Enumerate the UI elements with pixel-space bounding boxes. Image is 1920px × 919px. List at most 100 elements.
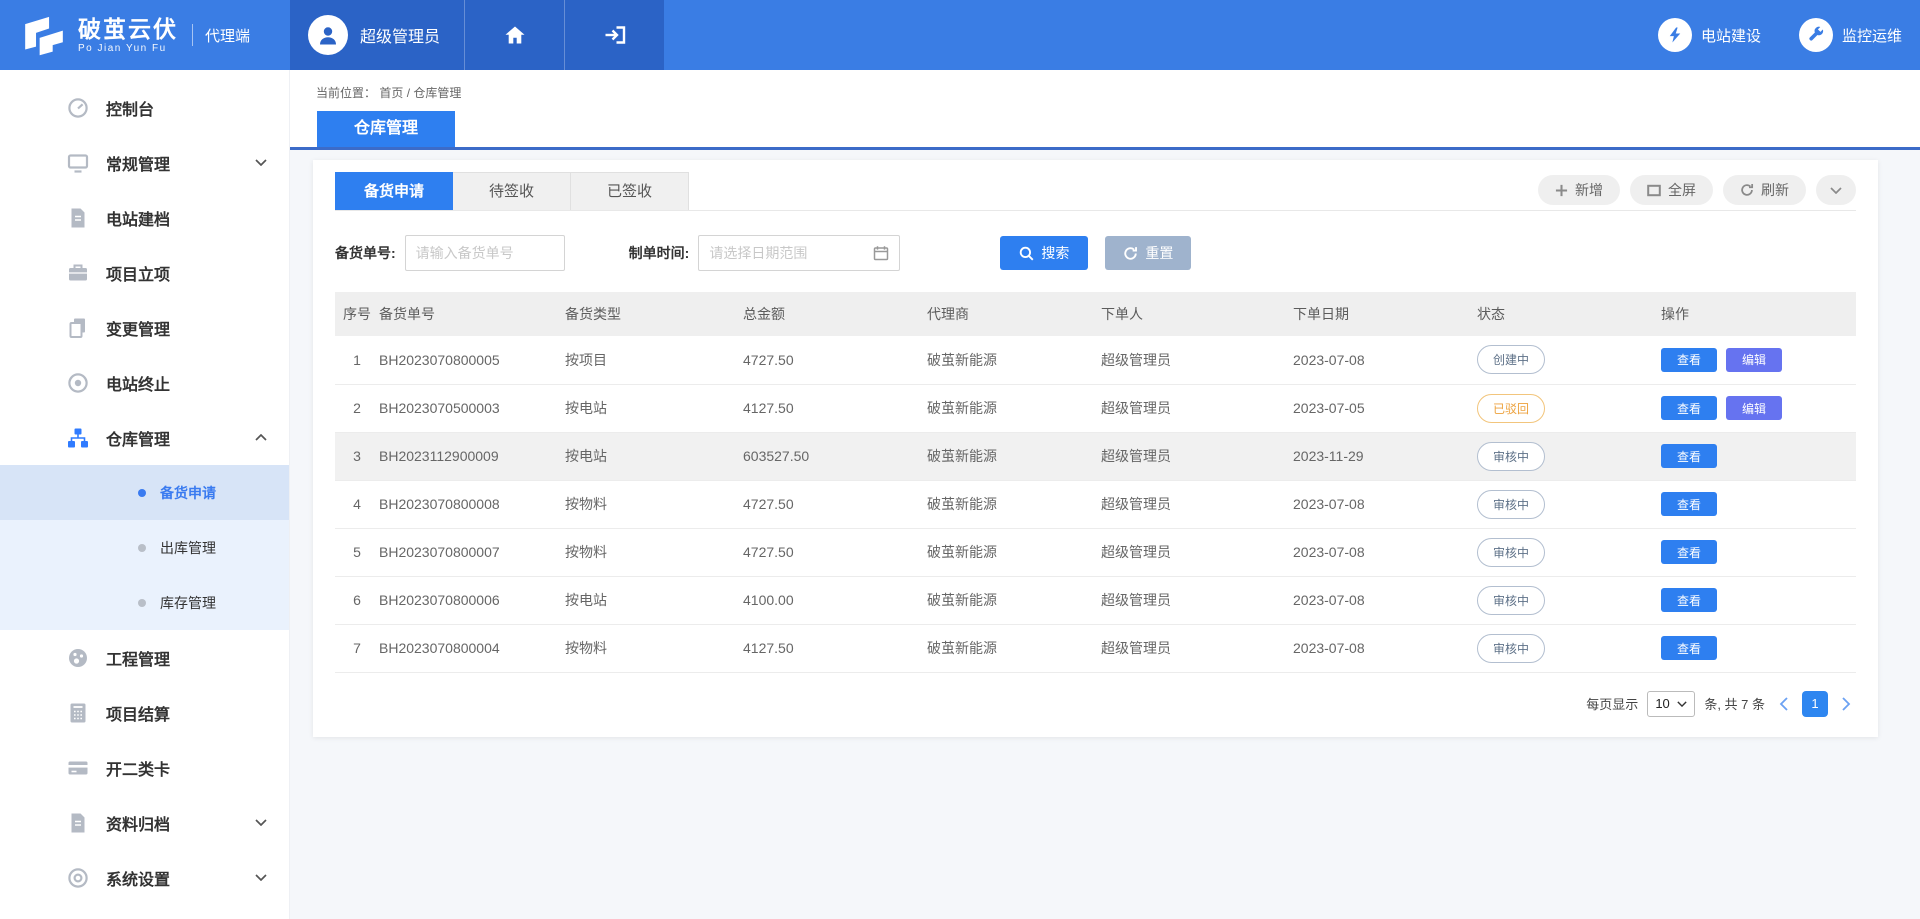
agent-cell: 破茧新能源 <box>927 336 1101 384</box>
sidebar-item-label: 仓库管理 <box>106 426 170 450</box>
tab-pending-receipt[interactable]: 待签收 <box>453 172 571 210</box>
refresh-button[interactable]: 刷新 <box>1723 175 1806 205</box>
agent-cell: 破茧新能源 <box>927 528 1101 576</box>
top-header: 破茧云伏 Po Jian Yun Fu 代理端 超级管理员 <box>0 0 1920 70</box>
tab-stock-request[interactable]: 备货申请 <box>335 172 453 210</box>
search-button[interactable]: 搜索 <box>1000 236 1088 270</box>
dashboard-icon <box>66 96 90 120</box>
view-button[interactable]: 查看 <box>1661 636 1717 660</box>
column-header: 代理商 <box>927 292 1101 336</box>
date-cell: 2023-07-08 <box>1293 336 1477 384</box>
settings-icon <box>66 866 90 890</box>
sidebar-item-data-archive[interactable]: 资料归档 <box>0 795 289 850</box>
refresh-icon <box>1740 183 1754 197</box>
actions-cell: 查看编辑 <box>1661 336 1856 384</box>
date-range-field[interactable] <box>709 245 873 261</box>
reset-icon <box>1123 246 1138 261</box>
page-number-button[interactable]: 1 <box>1802 691 1828 717</box>
sidebar-item-open-type2-card[interactable]: 开二类卡 <box>0 740 289 795</box>
collapse-toolbar-button[interactable] <box>1816 175 1856 205</box>
sidebar-item-label: 变更管理 <box>106 316 170 340</box>
sidebar-item-label: 资料归档 <box>106 811 170 835</box>
sidebar-item-outbound-management[interactable]: 出库管理 <box>0 520 289 575</box>
view-button[interactable]: 查看 <box>1661 348 1717 372</box>
plus-icon <box>1555 184 1568 197</box>
user-menu[interactable]: 超级管理员 <box>290 0 464 70</box>
sidebar-item-engineering-management[interactable]: 工程管理 <box>0 630 289 685</box>
type-cell: 按电站 <box>565 384 743 432</box>
next-page-button[interactable] <box>1837 697 1856 711</box>
table-row: 2BH2023070500003按电站4127.50破茧新能源超级管理员2023… <box>335 384 1856 432</box>
sidebar-item-station-filing[interactable]: 电站建档 <box>0 190 289 245</box>
index-cell: 2 <box>335 384 379 432</box>
column-header: 总金额 <box>743 292 927 336</box>
tab-received[interactable]: 已签收 <box>571 172 689 210</box>
view-button[interactable]: 查看 <box>1661 492 1717 516</box>
nav-link-label: 监控运维 <box>1842 25 1902 46</box>
sidebar-item-system-settings[interactable]: 系统设置 <box>0 850 289 905</box>
date-cell: 2023-11-29 <box>1293 432 1477 480</box>
column-header: 操作 <box>1661 292 1856 336</box>
home-button[interactable] <box>464 0 564 70</box>
edit-button[interactable]: 编辑 <box>1726 396 1782 420</box>
table-header-row: 序号备货单号备货类型总金额代理商下单人下单日期状态操作 <box>335 292 1856 336</box>
add-button[interactable]: 新增 <box>1538 175 1620 205</box>
lightning-icon <box>1658 18 1692 52</box>
sidebar-item-project-settlement[interactable]: 项目结算 <box>0 685 289 740</box>
panel-toolbar: 新增 全屏 刷新 <box>1538 175 1856 205</box>
view-button[interactable]: 查看 <box>1661 396 1717 420</box>
breadcrumb-path: 首页 / 仓库管理 <box>379 86 461 100</box>
per-page-select[interactable]: 10 <box>1647 691 1695 717</box>
status-badge: 审核中 <box>1477 538 1545 567</box>
home-icon <box>503 23 527 47</box>
wrench-icon <box>1799 18 1833 52</box>
nav-power-construction[interactable]: 电站建设 <box>1658 18 1761 52</box>
logout-button[interactable] <box>564 0 664 70</box>
sidebar-item-change-management[interactable]: 变更管理 <box>0 300 289 355</box>
amount-cell: 4127.50 <box>743 624 927 672</box>
column-header: 下单日期 <box>1293 292 1477 336</box>
search-icon <box>1019 246 1034 261</box>
sidebar-item-project-initiation[interactable]: 项目立项 <box>0 245 289 300</box>
fullscreen-button[interactable]: 全屏 <box>1630 175 1713 205</box>
sidebar-item-label: 工程管理 <box>106 646 170 670</box>
amount-cell: 4100.00 <box>743 576 927 624</box>
status-badge: 审核中 <box>1477 490 1545 519</box>
sidebar-item-general-management[interactable]: 常规管理 <box>0 135 289 190</box>
type-cell: 按物料 <box>565 624 743 672</box>
sidebar-item-warehouse-management[interactable]: 仓库管理 <box>0 410 289 465</box>
breadcrumb: 当前位置： 首页 / 仓库管理 <box>290 70 1920 111</box>
index-cell: 7 <box>335 624 379 672</box>
order-no-label: 备货单号: <box>335 243 396 263</box>
order-no-input[interactable] <box>405 235 565 271</box>
nav-monitor-ops[interactable]: 监控运维 <box>1799 18 1902 52</box>
type-cell: 按电站 <box>565 432 743 480</box>
edit-button[interactable]: 编辑 <box>1726 348 1782 372</box>
briefcase-icon <box>66 261 90 285</box>
bullet-dot-icon <box>138 599 146 607</box>
calendar-icon <box>873 245 889 261</box>
order-no-cell: BH2023112900009 <box>379 432 565 480</box>
bullet-dot-icon <box>138 544 146 552</box>
date-range-input[interactable] <box>698 235 900 271</box>
view-button[interactable]: 查看 <box>1661 444 1717 468</box>
status-cell: 创建中 <box>1477 336 1661 384</box>
orderer-cell: 超级管理员 <box>1101 576 1293 624</box>
view-button[interactable]: 查看 <box>1661 588 1717 612</box>
sidebar-item-stock-request[interactable]: 备货申请 <box>0 465 289 520</box>
orderer-cell: 超级管理员 <box>1101 336 1293 384</box>
sidebar-item-inventory-management[interactable]: 库存管理 <box>0 575 289 630</box>
calculator-icon <box>66 701 90 725</box>
sidebar-item-station-termination[interactable]: 电站终止 <box>0 355 289 410</box>
index-cell: 1 <box>335 336 379 384</box>
page-tab-warehouse[interactable]: 仓库管理 <box>317 111 455 147</box>
status-badge: 审核中 <box>1477 634 1545 663</box>
type-cell: 按电站 <box>565 576 743 624</box>
view-button[interactable]: 查看 <box>1661 540 1717 564</box>
prev-page-button[interactable] <box>1774 697 1793 711</box>
reset-button[interactable]: 重置 <box>1105 236 1191 270</box>
date-cell: 2023-07-08 <box>1293 528 1477 576</box>
sitemap-icon <box>66 426 90 450</box>
gauge-icon <box>66 646 90 670</box>
sidebar-item-console[interactable]: 控制台 <box>0 80 289 135</box>
